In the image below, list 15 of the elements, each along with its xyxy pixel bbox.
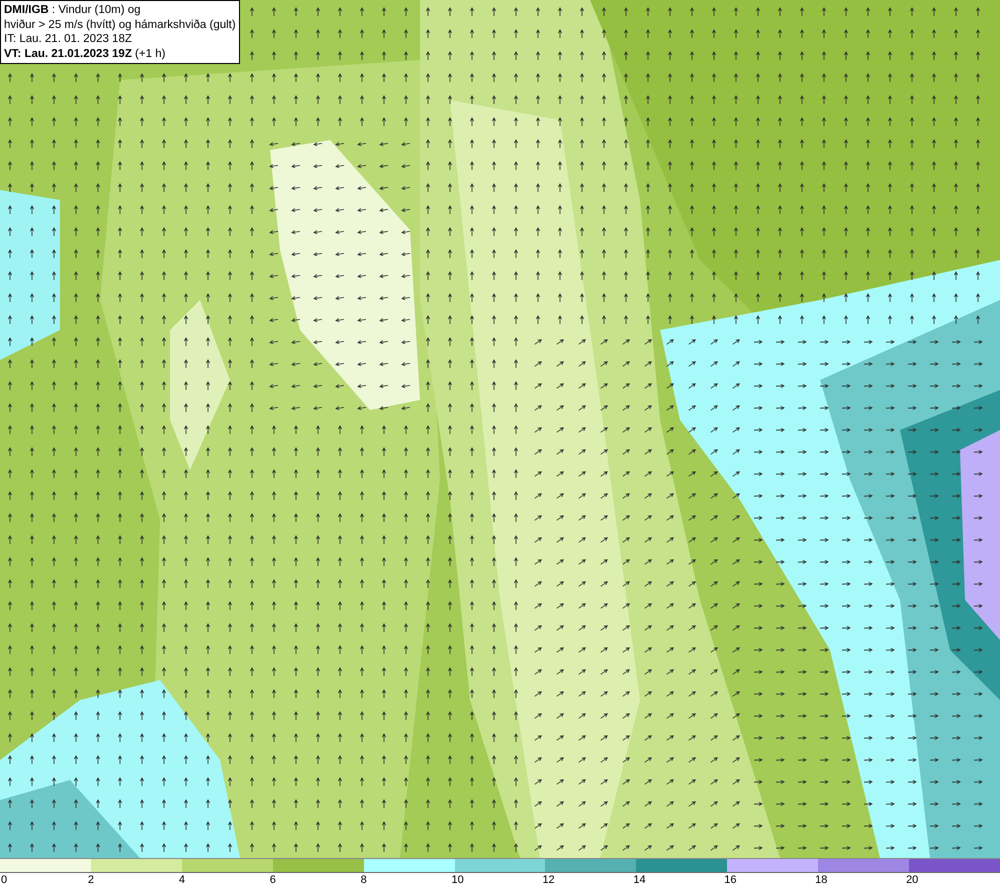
title-line: DMI/IGB : Vindur (10m) og xyxy=(4,3,142,18)
legend-label: 0 xyxy=(1,873,8,887)
legend-label: 20 xyxy=(906,873,918,887)
legend-label: 14 xyxy=(633,873,646,887)
legend-label: 12 xyxy=(542,873,555,887)
title-line: IT: Lau. 21. 01. 2023 18Z xyxy=(4,32,133,46)
legend-label: 4 xyxy=(178,873,185,887)
legend-label: 8 xyxy=(360,873,367,887)
title-line: VT: Lau. 21.01.2023 19Z (+1 h) xyxy=(4,46,166,61)
title-line: hviður > 25 m/s (hvítt) og hámarkshviða (gult) xyxy=(4,18,236,32)
legend-label: 18 xyxy=(815,873,828,887)
legend-label: 6 xyxy=(270,873,276,887)
legend-label: 2 xyxy=(88,873,94,887)
legend-label: 16 xyxy=(724,873,736,887)
legend-label: 10 xyxy=(452,873,464,887)
